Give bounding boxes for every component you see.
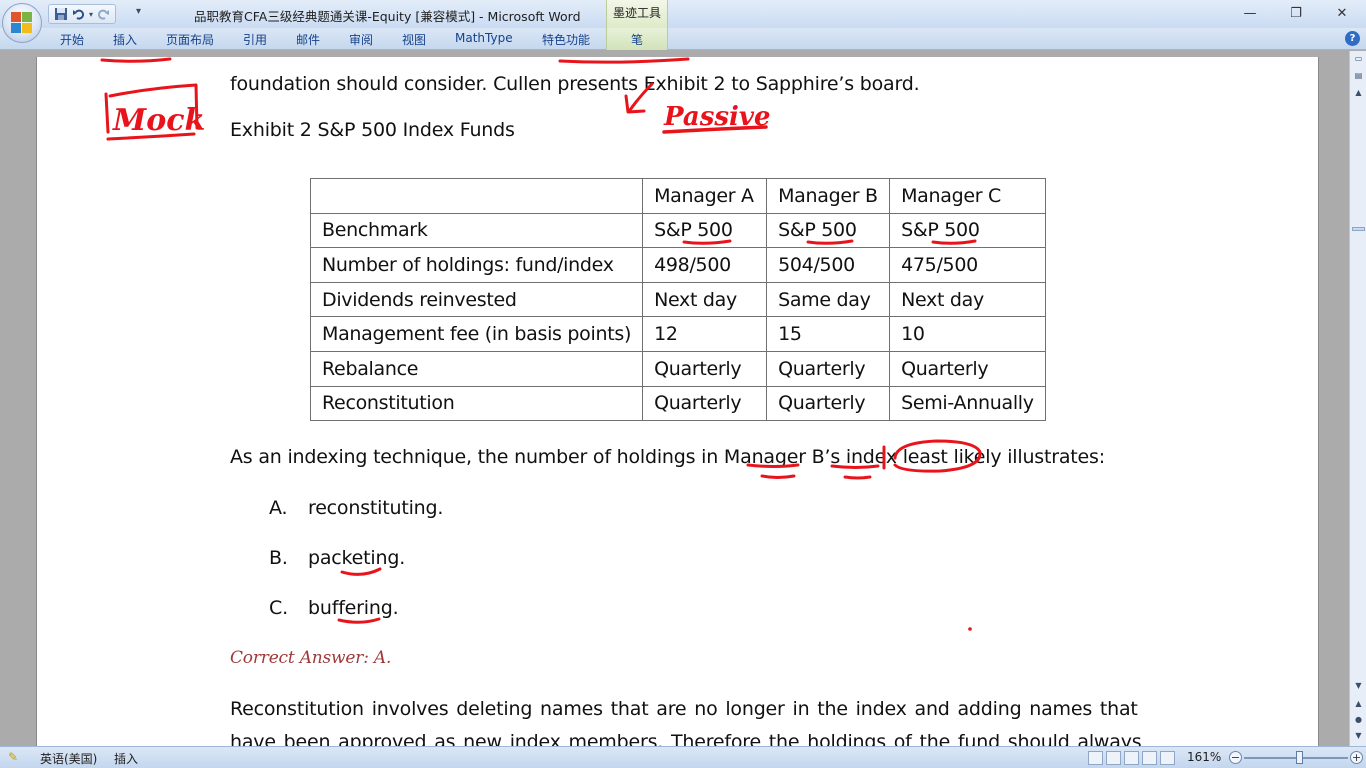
- table-cell: Quarterly: [766, 385, 891, 422]
- table-header-cell: Manager A: [642, 178, 768, 214]
- ribbon-tab-bar: 开始 插入 页面布局 引用 邮件 审阅 视图 MathType 特色功能 笔 ?: [0, 28, 1366, 50]
- table-cell: 15: [766, 316, 891, 352]
- table-cell: Dividends reinvested: [309, 281, 644, 318]
- table-row: Management fee (in basis points) 12 15 1…: [309, 316, 1046, 352]
- table-cell: S&P 500: [642, 212, 768, 249]
- table-cell: Same day: [766, 281, 891, 318]
- table-row: Dividends reinvested Next day Same day N…: [309, 281, 1046, 318]
- table-cell: Quarterly: [766, 350, 891, 387]
- undo-icon[interactable]: [71, 6, 87, 22]
- tab-view[interactable]: 视图: [402, 31, 426, 48]
- draft-view-icon[interactable]: [1160, 751, 1175, 765]
- table-cell: 10: [889, 316, 1046, 352]
- document-area[interactable]: foundation should consider. Cullen prese…: [0, 51, 1349, 746]
- table-cell: 504/500: [766, 247, 891, 283]
- table-cell: 475/500: [889, 247, 1046, 283]
- table-cell: Number of holdings: fund/index: [309, 247, 644, 283]
- table-cell: Reconstitution: [309, 385, 644, 422]
- table-cell: 12: [642, 316, 768, 352]
- table-cell: S&P 500: [889, 212, 1046, 249]
- option-text: reconstituting.: [308, 497, 444, 519]
- table-cell: Management fee (in basis points): [309, 316, 644, 352]
- table-cell: Quarterly: [642, 350, 768, 387]
- table-cell: 498/500: [642, 247, 768, 283]
- scroll-down-icon[interactable]: ▼: [1351, 678, 1366, 693]
- tab-mailings[interactable]: 邮件: [296, 31, 320, 48]
- customize-qat-icon[interactable]: ▾: [136, 6, 141, 17]
- zoom-out-icon[interactable]: −: [1229, 751, 1242, 764]
- undo-dropdown-icon[interactable]: ▾: [89, 10, 93, 19]
- table-cell: Semi-Annually: [889, 385, 1046, 422]
- table-cell: Quarterly: [889, 350, 1046, 387]
- document-page[interactable]: foundation should consider. Cullen prese…: [37, 57, 1318, 746]
- table-cell: Next day: [889, 281, 1046, 318]
- tab-special-features[interactable]: 特色功能: [542, 31, 590, 48]
- table-cell: Quarterly: [642, 385, 768, 422]
- tab-mathtype[interactable]: MathType: [455, 31, 513, 45]
- table-header-row: Manager A Manager B Manager C: [309, 178, 1046, 214]
- tab-review[interactable]: 审阅: [349, 31, 373, 48]
- full-screen-reading-view-icon[interactable]: [1106, 751, 1121, 765]
- zoom-level[interactable]: 161%: [1187, 750, 1221, 764]
- table-cell: Next day: [642, 281, 768, 318]
- window-title: 品职教育CFA三级经典题通关课-Equity [兼容模式] - Microsof…: [194, 9, 581, 24]
- correct-answer-label: Correct Answer: A.: [230, 648, 392, 668]
- tab-pen[interactable]: 笔: [631, 31, 643, 48]
- table-header-cell: Manager B: [766, 178, 891, 214]
- redo-icon[interactable]: [95, 6, 111, 22]
- option-letter: B.: [269, 547, 288, 569]
- office-button[interactable]: [2, 3, 42, 43]
- browse-object-icon[interactable]: ●: [1351, 712, 1366, 727]
- proofing-icon[interactable]: ✎: [8, 750, 18, 764]
- paragraph-line: foundation should consider. Cullen prese…: [230, 73, 920, 95]
- table-row: Number of holdings: fund/index 498/500 5…: [309, 247, 1046, 283]
- save-icon[interactable]: [53, 6, 69, 22]
- zoom-slider-thumb[interactable]: [1296, 751, 1303, 764]
- restore-button[interactable]: ❐: [1273, 0, 1319, 26]
- zoom-in-icon[interactable]: +: [1350, 751, 1363, 764]
- table-header-cell: Manager C: [889, 178, 1046, 214]
- tab-references[interactable]: 引用: [243, 31, 267, 48]
- exhibit-title: Exhibit 2 S&P 500 Index Funds: [230, 119, 515, 141]
- minimize-button[interactable]: —: [1227, 0, 1273, 26]
- ruler-icon[interactable]: ▤: [1351, 68, 1366, 83]
- table-cell: Rebalance: [309, 350, 644, 387]
- outline-view-icon[interactable]: [1142, 751, 1157, 765]
- option-letter: C.: [269, 597, 288, 619]
- explanation-line: have been approved as new index members.…: [230, 731, 1142, 746]
- exhibit-table: Manager A Manager B Manager C Benchmark …: [309, 178, 1046, 422]
- scroll-thumb[interactable]: [1352, 227, 1365, 231]
- table-row: Benchmark S&P 500 S&P 500 S&P 500: [309, 212, 1046, 249]
- tab-insert[interactable]: 插入: [113, 31, 137, 48]
- web-layout-view-icon[interactable]: [1124, 751, 1139, 765]
- close-button[interactable]: ✕: [1319, 0, 1365, 26]
- vertical-scrollbar[interactable]: ▭ ▤ ▲ ▼ ▲ ● ▼: [1349, 51, 1366, 746]
- print-layout-view-icon[interactable]: [1088, 751, 1103, 765]
- table-header-cell: [309, 178, 644, 214]
- option-text: packeting.: [308, 547, 406, 569]
- quick-access-toolbar: ▾: [48, 4, 117, 24]
- tab-home[interactable]: 开始: [60, 31, 84, 48]
- table-row: Reconstitution Quarterly Quarterly Semi-…: [309, 385, 1046, 422]
- language-indicator[interactable]: 英语(美国): [40, 750, 97, 767]
- previous-page-icon[interactable]: ▲: [1351, 696, 1366, 711]
- ink-tools-context-label: 墨迹工具: [606, 0, 668, 28]
- scroll-up-icon[interactable]: ▲: [1351, 85, 1366, 100]
- split-icon[interactable]: ▭: [1351, 51, 1366, 66]
- title-bar: ▾ ▾ 品职教育CFA三级经典题通关课-Equity [兼容模式] - Micr…: [0, 0, 1366, 28]
- office-logo-icon: [11, 12, 33, 34]
- option-text: buffering.: [308, 597, 399, 619]
- next-page-icon[interactable]: ▼: [1351, 728, 1366, 743]
- question-text: As an indexing technique, the number of …: [230, 446, 1105, 468]
- insert-mode-indicator[interactable]: 插入: [114, 750, 138, 767]
- option-letter: A.: [269, 497, 288, 519]
- explanation-line: Reconstitution involves deleting names t…: [230, 698, 1138, 720]
- help-icon[interactable]: ?: [1345, 31, 1360, 46]
- table-cell: S&P 500: [766, 212, 891, 249]
- tab-page-layout[interactable]: 页面布局: [166, 31, 214, 48]
- status-bar: ✎ 英语(美国) 插入 161% − +: [0, 746, 1366, 768]
- table-cell: Benchmark: [309, 212, 644, 249]
- table-row: Rebalance Quarterly Quarterly Quarterly: [309, 350, 1046, 387]
